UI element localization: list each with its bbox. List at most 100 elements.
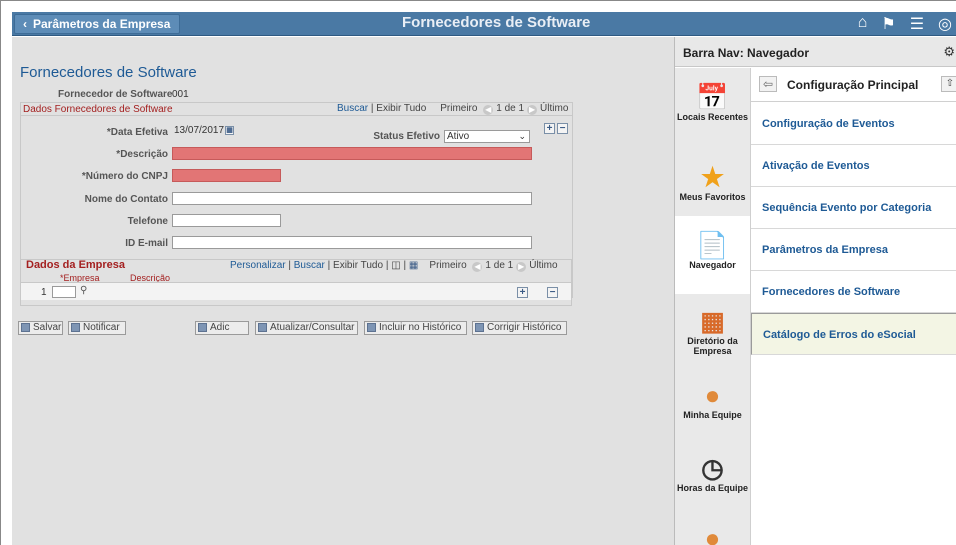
- nav-item-catalogo-erros[interactable]: Catálogo de Erros do eSocial: [751, 313, 956, 355]
- empresa-input[interactable]: [52, 286, 76, 298]
- top-banner: ‹ Parâmetros da Empresa Fornecedores de S…: [12, 12, 956, 36]
- atualizar-label: Atualizar/Consultar: [270, 322, 355, 333]
- adic-button[interactable]: Adic: [195, 321, 249, 335]
- page-title: Fornecedores de Software: [20, 64, 197, 81]
- navigator-list-title: Configuração Principal: [787, 78, 919, 92]
- navigator-list-header: ⇦ Configuração Principal ⇧: [751, 68, 956, 102]
- sidebar-item-more[interactable]: ●: [675, 523, 750, 545]
- notificar-label: Notificar: [83, 322, 120, 333]
- sidebar-item-label: Minha Equipe: [683, 410, 742, 420]
- sidebar-item-navigator[interactable]: 📄 Navegador: [675, 216, 750, 294]
- ultimo-label: Último: [540, 103, 569, 114]
- nav-item-ativacao-eventos[interactable]: Ativação de Eventos: [751, 145, 956, 187]
- sidebar-item-label: Navegador: [689, 260, 736, 270]
- sidebar-item-hours[interactable]: ◷ Horas da Equipe: [675, 453, 750, 525]
- banner-title: Fornecedores de Software: [402, 14, 591, 31]
- save-icon: [21, 323, 30, 332]
- cnpj-label: *Número do CNPJ: [81, 171, 168, 182]
- section-nav: Buscar | Exibir Tudo Primeiro ◀ 1 de 1 ▶ Úl…: [337, 103, 569, 115]
- flag-icon[interactable]: ⚑: [881, 14, 895, 34]
- team-icon: ●: [704, 380, 721, 410]
- email-field[interactable]: [172, 236, 532, 249]
- document-icon: 📄: [696, 230, 729, 260]
- grid-exibir-tudo-link[interactable]: Exibir Tudo: [333, 260, 383, 271]
- home-icon[interactable]: ⌂: [858, 14, 868, 34]
- next-icon[interactable]: ▶: [527, 105, 538, 115]
- status-efetivo-value: Ativo: [447, 131, 470, 142]
- exibir-tudo-link[interactable]: Exibir Tudo: [376, 103, 426, 114]
- navbar-header: Barra Nav: Navegador ⚙: [675, 37, 956, 67]
- section-title: Dados Fornecedores de Software: [23, 104, 173, 115]
- data-efetiva-field[interactable]: 13/07/2017: [172, 125, 224, 138]
- buscar-link[interactable]: Buscar: [337, 103, 368, 114]
- delete-row-button[interactable]: −: [557, 123, 568, 134]
- navbar-title: Barra Nav: Navegador: [683, 46, 810, 60]
- adic-label: Adic: [210, 322, 230, 333]
- sidebar-item-recent[interactable]: 📅 Locais Recentes: [675, 82, 750, 154]
- corrigir-historico-button[interactable]: Corrigir Histórico: [472, 321, 567, 335]
- corrigir-label: Corrigir Histórico: [487, 322, 562, 333]
- grid-next-icon[interactable]: ▶: [516, 262, 527, 272]
- notify-icon: [71, 323, 80, 332]
- telefone-field[interactable]: [172, 214, 281, 227]
- sidebar-item-label: Locais Recentes: [676, 112, 749, 122]
- navbar-icon[interactable]: ◎: [938, 14, 952, 34]
- back-button-label: Parâmetros da Empresa: [33, 17, 171, 31]
- grid-ultimo-label: Último: [529, 260, 558, 271]
- contato-field[interactable]: [172, 192, 532, 205]
- menu-icon[interactable]: ☰: [910, 14, 924, 34]
- add-icon: [198, 323, 207, 332]
- nav-item-sequencia-evento[interactable]: Sequência Evento por Categoria: [751, 187, 956, 229]
- personalizar-link[interactable]: Personalizar: [230, 260, 286, 271]
- sidebar-item-label: Diretório da Empresa: [687, 336, 738, 356]
- add-row-button[interactable]: +: [544, 123, 555, 134]
- sidebar-item-directory[interactable]: ▦ Diretório da Empresa: [675, 306, 750, 386]
- grid-add-row-button[interactable]: +: [517, 287, 528, 298]
- calendar-icon: 📅: [696, 82, 729, 112]
- search-lookup-icon[interactable]: ⚲: [80, 285, 87, 296]
- history-fix-icon: [475, 323, 484, 332]
- sidebar-item-team[interactable]: ● Minha Equipe: [675, 380, 750, 452]
- grid-nav: Personalizar | Buscar | Exibir Tudo | ◫ …: [230, 260, 558, 272]
- grid-primeiro-label: Primeiro: [429, 260, 467, 271]
- row-count: 1 de 1: [496, 103, 525, 114]
- status-efetivo-label: Status Efetivo: [373, 131, 440, 142]
- prev-icon[interactable]: ◀: [483, 105, 494, 115]
- fornecedor-label: Fornecedor de Software: [58, 89, 173, 100]
- incluir-historico-button[interactable]: Incluir no Histórico: [364, 321, 467, 335]
- back-arrow-icon[interactable]: ⇦: [759, 76, 777, 92]
- salvar-label: Salvar: [33, 322, 62, 333]
- org-chart-icon: ▦: [700, 306, 725, 336]
- status-efetivo-select[interactable]: Ativo ⌄: [444, 130, 530, 143]
- star-icon: ★: [700, 162, 725, 192]
- salvar-button[interactable]: Salvar: [18, 321, 63, 335]
- descricao-label: *Descrição: [116, 149, 168, 160]
- calendar-button-icon[interactable]: ▦: [225, 126, 234, 135]
- back-button[interactable]: ‹ Parâmetros da Empresa: [14, 14, 180, 34]
- grid-prev-icon[interactable]: ◀: [472, 262, 483, 272]
- gear-icon[interactable]: ⚙: [943, 44, 955, 60]
- descricao-field[interactable]: [172, 147, 532, 160]
- update-icon: [258, 323, 267, 332]
- nav-item-configuracao-eventos[interactable]: Configuração de Eventos: [751, 103, 956, 145]
- grid-row-number: 1: [41, 287, 47, 298]
- nav-item-parametros-empresa[interactable]: Parâmetros da Empresa: [751, 229, 956, 271]
- nav-item-fornecedores-software[interactable]: Fornecedores de Software: [751, 271, 956, 313]
- zoom-icon[interactable]: ◫: [391, 260, 400, 271]
- atualizar-button[interactable]: Atualizar/Consultar: [255, 321, 358, 335]
- grid-buscar-link[interactable]: Buscar: [294, 260, 325, 271]
- banner-actions: ⌂ ⚑ ☰ ◎: [858, 14, 952, 34]
- fornecedor-value: 001: [172, 89, 189, 100]
- sidebar-item-label: Meus Favoritos: [679, 192, 746, 202]
- sidebar-item-label: Horas da Equipe: [676, 483, 748, 493]
- grid-delete-row-button[interactable]: −: [547, 287, 558, 298]
- cnpj-field[interactable]: [172, 169, 281, 182]
- chevron-left-icon: ‹: [23, 17, 27, 31]
- pin-icon[interactable]: ⇧: [941, 76, 956, 92]
- notificar-button[interactable]: Notificar: [68, 321, 126, 335]
- person-icon: ●: [704, 523, 721, 545]
- main-content: Fornecedores de Software Fornecedor de S…: [12, 37, 674, 545]
- email-label: ID E-mail: [125, 238, 168, 249]
- download-icon[interactable]: ▦: [409, 260, 418, 271]
- navbar-panel: Barra Nav: Navegador ⚙ 📅 Locais Recentes…: [674, 37, 956, 545]
